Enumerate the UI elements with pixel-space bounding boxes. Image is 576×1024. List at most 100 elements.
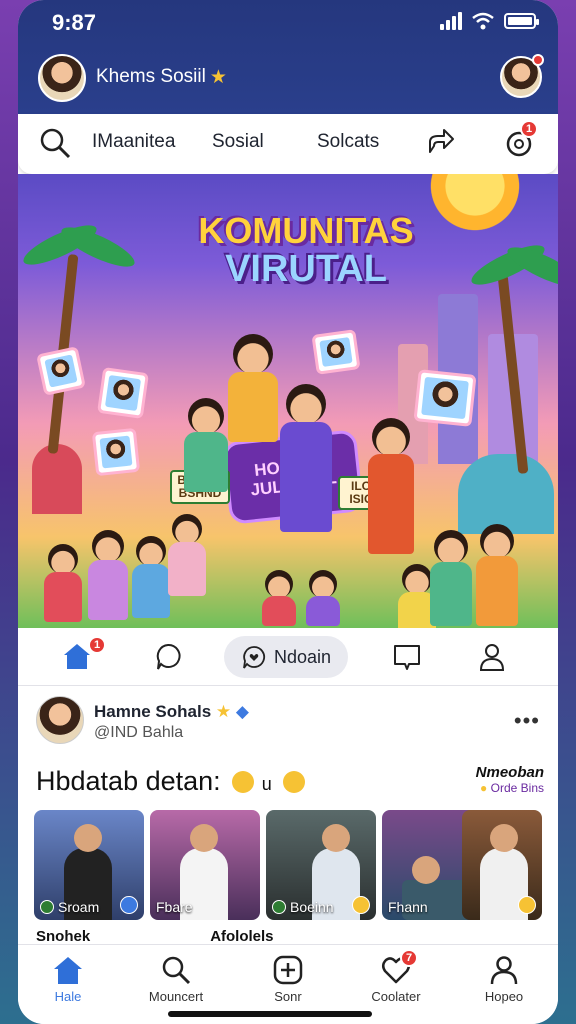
app-title: Khems Sosiil ★ [96,66,227,89]
bottom-nav-create[interactable]: Sonr [248,955,328,1004]
photo-frame [36,346,86,396]
side-label-title: Nmeoban [475,764,544,781]
person-illustration [476,524,518,626]
battery-icon [504,13,539,29]
smile-emoji-icon [232,771,255,793]
bottom-nav-profile[interactable]: Hopeo [464,955,544,1004]
photo-badge-icon [518,896,536,914]
worried-emoji-icon [283,771,306,793]
star-icon: ★ [215,702,232,721]
bell-icon: ● [480,781,488,795]
person-illustration [88,530,128,620]
photo-frame [311,329,361,375]
bottom-nav-activity-label: Coolater [371,989,421,1004]
book-icon[interactable] [392,642,422,672]
caption-icon [272,900,286,914]
chat-heart-icon [243,646,266,669]
photo-caption-text: Sroam [58,899,100,915]
top-nav-item-2[interactable]: Sosial [212,131,264,153]
status-time: 9:87 [52,10,97,35]
post-photo[interactable]: Boeinn [266,810,376,920]
person-illustration [430,530,472,626]
top-nav-item-1[interactable]: IMaanitea [92,131,175,153]
notification-badge: 1 [520,120,538,138]
post-author-handle: @IND Bahla [94,724,184,741]
chat-bubble-icon[interactable] [154,642,182,672]
home-icon [54,957,82,984]
content-tab-bar: 1 Ndoain [18,628,558,686]
photo-caption: Boeinn [272,899,334,915]
caption-icon [40,900,54,914]
hero-title-line2: VIRUTAL [225,247,387,290]
photo-caption-text: Fhann [388,899,428,915]
bottom-nav-activity[interactable]: Coolater [356,955,436,1004]
photo-badge-icon [120,896,138,914]
star-icon: ★ [209,67,227,88]
person-illustration [228,334,278,442]
hero-title-line1: KOMUNITAS [198,210,414,251]
top-nav: IMaanitea Sosial Solcats 1 [18,114,558,174]
person-illustration [262,570,296,626]
building-illustration [458,454,554,534]
signal-icon [440,12,462,30]
person-illustration [44,544,82,622]
tab-pill-label: Ndoain [274,646,332,667]
activity-badge: 7 [400,949,418,967]
sun-illustration [420,174,530,234]
next-post-preview: Snohek Afololels [36,928,274,945]
post-author-avatar[interactable] [36,696,84,744]
plus-square-icon [273,955,303,985]
phone-screen: 9:87 Khems Sosiil ★ IMaanitea Sosial Sol… [18,0,558,1024]
hero-title: KOMUNITAS VIRUTAL [186,212,426,290]
next-post-label-2: Afololels [210,928,274,945]
profile-icon [490,956,518,985]
bottom-nav-search-label: Mouncert [148,989,204,1004]
photo-caption-text: Boeinn [290,899,334,915]
app-header: 9:87 Khems Sosiil ★ [18,0,558,114]
next-post-label-1: Snohek [36,928,91,945]
person-illustration [132,536,170,618]
notification-dot [532,54,544,66]
hero-banner[interactable]: KOMUNITAS VIRUTAL HOMUI1,, JULARDH- BRST… [18,174,558,628]
photo-badge-icon [352,896,370,914]
feed-post: Hamne Sohals ★ ◆ @IND Bahla ••• Hbdatab … [18,686,558,946]
person-illustration [280,384,332,532]
post-photo[interactable]: Fbare [150,810,260,920]
photo-caption: Fbare [156,899,193,915]
bottom-nav-create-label: Sonr [274,989,302,1004]
photo-frame [97,367,149,419]
top-nav-item-3[interactable]: Solcats [317,131,379,153]
post-photo[interactable]: Sroam [34,810,144,920]
person-illustration [368,418,414,554]
tab-pill[interactable]: Ndoain [224,636,348,678]
photo-caption-text: Fbare [156,899,193,915]
photo-caption: Sroam [40,899,99,915]
post-photo-grid: Sroam Fbare Boeinn Fhann [34,810,492,920]
post-author-name[interactable]: Hamne Sohals ★ ◆ [94,702,249,722]
bottom-nav-home[interactable]: Hale [28,955,108,1004]
bottom-nav-search[interactable]: Mouncert [136,955,216,1004]
photo-frame [413,369,477,427]
app-title-text: Khems Sosiil [96,66,206,87]
person-illustration [184,398,228,492]
side-label-subtitle-text: Orde Bins [490,781,544,795]
side-label-subtitle: ● Orde Bins [476,781,544,795]
bottom-nav-profile-label: Hopeo [484,989,524,1004]
photo-frame [91,427,141,477]
more-options-icon[interactable]: ••• [514,708,540,734]
person-illustration [168,514,206,596]
photo-caption: Fhann [388,899,428,915]
status-icons [440,12,539,30]
home-indicator[interactable] [168,1011,372,1017]
search-icon [162,956,191,985]
profile-icon[interactable] [478,642,506,672]
post-side-label[interactable]: Nmeoban ● Orde Bins [476,764,544,795]
bottom-nav-home-label: Hale [54,989,82,1004]
wifi-icon [472,12,494,30]
post-photo[interactable] [462,810,542,920]
verified-icon: ◆ [235,702,249,721]
search-icon[interactable] [38,126,72,160]
home-badge: 1 [88,636,106,654]
share-icon[interactable] [426,126,456,156]
profile-avatar[interactable] [38,54,86,102]
